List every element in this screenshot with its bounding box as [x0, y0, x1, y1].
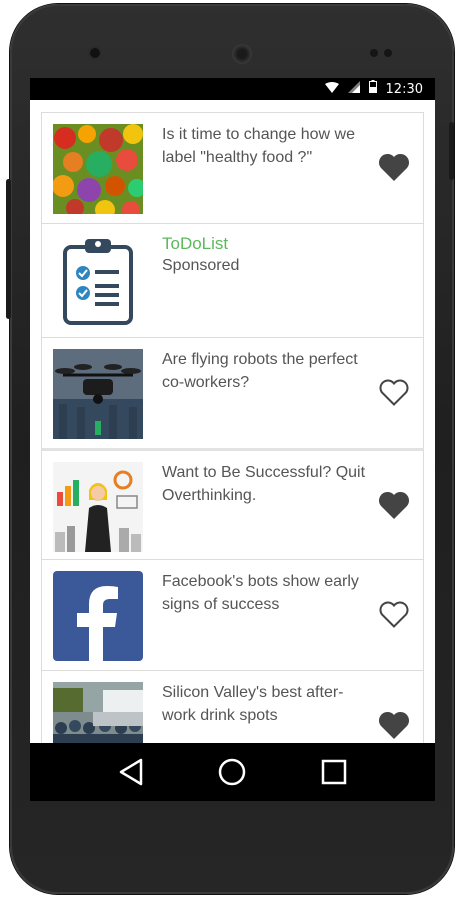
facebook-logo-image: [53, 571, 143, 661]
wifi-icon: [324, 80, 339, 98]
power-button: [449, 122, 454, 180]
heart-filled-icon[interactable]: [378, 153, 410, 182]
front-camera: [90, 48, 100, 58]
article-title[interactable]: Silicon Valley's best after-work drink s…: [162, 681, 372, 727]
volume-button: [6, 179, 11, 319]
list-item[interactable]: Is it time to change how we label "healt…: [41, 112, 424, 223]
list-item[interactable]: Facebook's bots show early signs of succ…: [41, 559, 424, 670]
battery-icon: [368, 80, 377, 98]
article-title[interactable]: Is it time to change how we label "healt…: [162, 123, 372, 169]
home-icon[interactable]: [212, 752, 252, 792]
status-bar: 12:30: [30, 78, 435, 100]
news-feed-list[interactable]: Is it time to change how we label "healt…: [41, 112, 424, 781]
clipboard-checklist-icon: [53, 235, 143, 325]
earpiece-speaker: [232, 44, 252, 64]
light-sensor: [384, 49, 392, 57]
drone-image: [53, 349, 143, 439]
clock: 12:30: [385, 81, 423, 97]
recents-icon[interactable]: [314, 752, 354, 792]
cell-signal-icon: [347, 80, 360, 98]
navigation-bar: [30, 743, 435, 801]
list-item[interactable]: Want to Be Successful? Quit Overthinking…: [41, 448, 424, 559]
heart-outline-icon[interactable]: [378, 378, 410, 407]
article-title[interactable]: Facebook's bots show early signs of succ…: [162, 570, 372, 616]
businesswoman-image: [53, 462, 143, 552]
sponsored-item[interactable]: ToDoList Sponsored: [41, 223, 424, 337]
proximity-sensor: [370, 49, 378, 57]
list-item[interactable]: Are flying robots the perfect co-workers…: [41, 337, 424, 448]
back-icon[interactable]: [111, 752, 151, 792]
heart-filled-icon[interactable]: [378, 491, 410, 520]
article-title[interactable]: Want to Be Successful? Quit Overthinking…: [162, 461, 372, 507]
sponsored-label: Sponsored: [162, 257, 240, 274]
article-title[interactable]: Are flying robots the perfect co-workers…: [162, 348, 372, 394]
phone-screen: 12:30 Is it time to change how we label …: [30, 78, 435, 801]
heart-outline-icon[interactable]: [378, 600, 410, 629]
heart-filled-icon[interactable]: [378, 711, 410, 740]
vegetables-image: [53, 124, 143, 214]
ad-app-name[interactable]: ToDoList: [162, 234, 228, 254]
